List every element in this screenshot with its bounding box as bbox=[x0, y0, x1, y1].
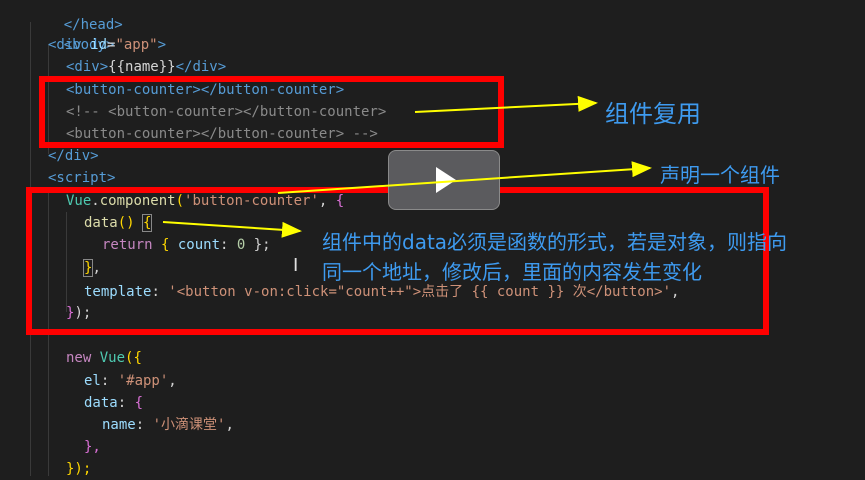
annotation-declare: 声明一个组件 bbox=[660, 163, 780, 187]
arrow-data-note bbox=[162, 221, 302, 238]
arrow-reuse bbox=[414, 95, 598, 113]
annotation-reuse: 组件复用 bbox=[605, 100, 701, 128]
text-cursor-icon: I bbox=[293, 255, 299, 276]
annotation-data-note-1: 组件中的data必须是函数的形式，若是对象，则指向 bbox=[322, 230, 788, 254]
arrow-declare bbox=[277, 161, 652, 194]
annotation-data-note-2: 同一个地址，修改后，里面的内容发生变化 bbox=[322, 260, 702, 284]
